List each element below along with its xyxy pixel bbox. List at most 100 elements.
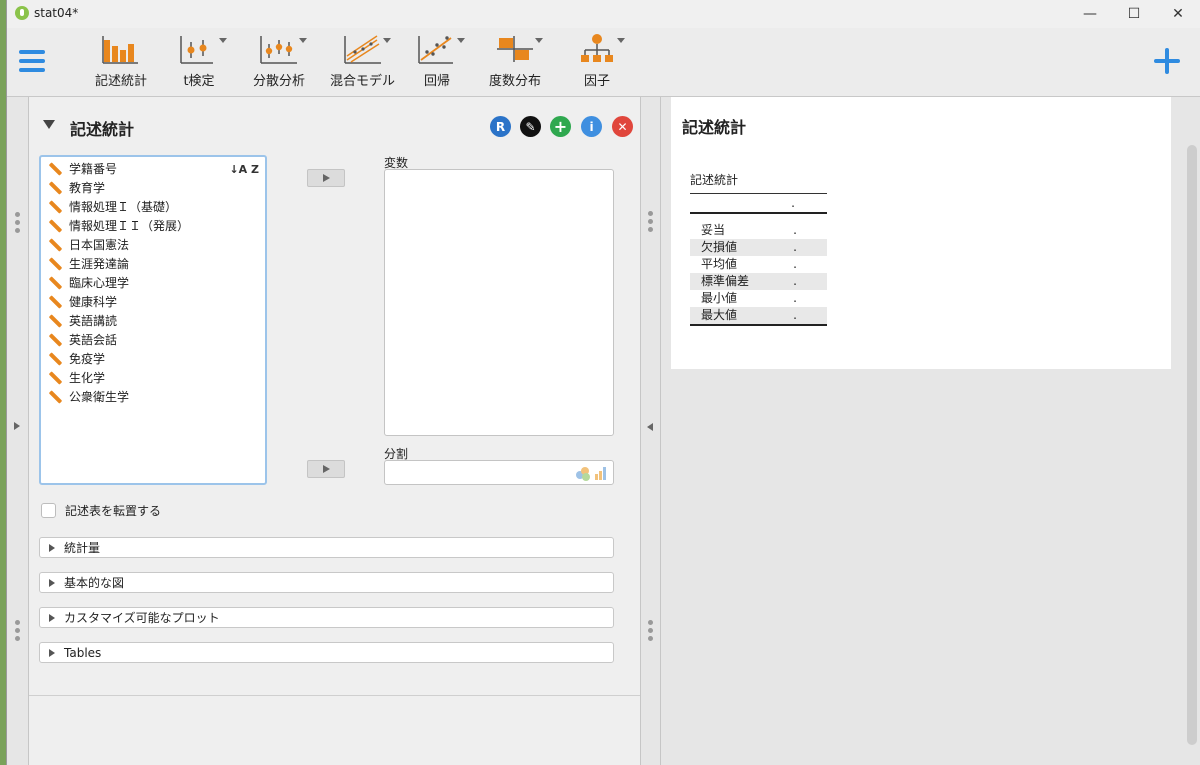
list-item[interactable]: 臨床心理学 <box>47 273 129 292</box>
resize-grip-icon[interactable] <box>15 620 20 644</box>
split-by-target[interactable] <box>384 460 614 485</box>
available-variables-list[interactable]: ↓A Z 学籍番号 教育学 情報処理Ｉ（基礎） 情報処理ＩＩ（発展） 日本国憲法… <box>39 155 267 485</box>
sort-az-icon[interactable]: ↓A Z <box>229 163 259 176</box>
results-card: 記述統計 記述統計 . 妥当. 欠損値. 平均値. 標準偏差. 最小値. 最大値… <box>671 97 1171 369</box>
table-row: 平均値. <box>701 257 797 271</box>
ribbon-label: 度数分布 <box>489 74 542 89</box>
add-button[interactable]: + <box>550 116 571 137</box>
edit-button[interactable]: ✎ <box>520 116 541 137</box>
analyses-ribbon: 記述統計 t検定 分散分析 混合モデル 回帰 度数分布 因子 <box>7 28 1200 97</box>
continuous-variable-icon <box>47 238 61 252</box>
variables-target-list[interactable] <box>384 169 614 436</box>
expand-arrow-icon <box>49 648 55 657</box>
ribbon-button-mixed-models[interactable]: 混合モデル <box>330 32 395 92</box>
continuous-variable-icon <box>47 333 61 347</box>
list-item[interactable]: 健康科学 <box>47 292 117 311</box>
results-scrollbar[interactable] <box>1187 145 1197 745</box>
table-row: 最小値. <box>701 291 797 305</box>
collapse-panel-icon[interactable] <box>647 423 653 431</box>
app-window: stat04* — ☐ ✕ 記述統計 t検定 分散分析 混合モデル 回帰 度数分… <box>6 0 1200 765</box>
jamovi-logo-icon <box>15 6 29 20</box>
list-item[interactable]: 生涯発達論 <box>47 254 129 273</box>
continuous-variable-icon <box>47 219 61 233</box>
ribbon-label: 分散分析 <box>253 74 306 89</box>
chevron-down-icon <box>617 38 625 43</box>
move-to-split-button[interactable] <box>307 460 345 478</box>
continuous-variable-icon <box>47 276 61 290</box>
regression-icon <box>417 32 465 68</box>
ribbon-label: 混合モデル <box>330 74 396 89</box>
list-item[interactable]: 生化学 <box>47 368 105 387</box>
list-item[interactable]: 公衆衛生学 <box>47 387 129 406</box>
table-header: . <box>690 194 827 214</box>
data-panel-gutter <box>7 97 28 765</box>
continuous-variable-icon <box>47 181 61 195</box>
results-panel: 記述統計 記述統計 . 妥当. 欠損値. 平均値. 標準偏差. 最小値. 最大値… <box>660 97 1200 765</box>
table-row: 妥当. <box>701 223 797 237</box>
ribbon-label: 因子 <box>583 74 610 89</box>
expand-arrow-icon <box>49 613 55 622</box>
list-item[interactable]: 情報処理ＩＩ（発展） <box>47 216 189 235</box>
add-module-icon[interactable] <box>1154 48 1180 74</box>
table-row: 欠損値. <box>690 239 827 256</box>
analysis-title: 記述統計 <box>70 120 135 139</box>
continuous-variable-icon <box>47 314 61 328</box>
t-test-icon <box>179 32 227 68</box>
minimize-button[interactable]: — <box>1068 0 1112 28</box>
section-basic-plots[interactable]: 基本的な図 <box>39 572 614 593</box>
transpose-option[interactable]: 記述表を転置する <box>41 502 161 519</box>
chevron-down-icon <box>535 38 543 43</box>
title-bar: stat04* — ☐ ✕ <box>7 0 1200 28</box>
list-item[interactable]: 英語講読 <box>47 311 117 330</box>
resize-grip-icon[interactable] <box>648 211 653 235</box>
ribbon-button-descriptives[interactable]: 記述統計 <box>95 32 147 92</box>
list-item[interactable]: 英語会話 <box>47 330 117 349</box>
table-bottom-rule <box>690 324 827 326</box>
maximize-button[interactable]: ☐ <box>1112 0 1156 28</box>
list-item[interactable]: 日本国憲法 <box>47 235 129 254</box>
frequencies-icon <box>495 32 543 68</box>
resize-grip-icon[interactable] <box>648 620 653 644</box>
analysis-options-panel: 記述統計 R ✎ + i ✕ ↓A Z 学籍番号 教育学 情報処理Ｉ（基礎） 情… <box>28 97 641 765</box>
ribbon-label: 回帰 <box>423 74 450 89</box>
ribbon-button-regression[interactable]: 回帰 <box>417 32 465 92</box>
chevron-down-icon <box>299 38 307 43</box>
ribbon-button-frequencies[interactable]: 度数分布 <box>489 32 543 92</box>
continuous-variable-icon <box>47 162 61 176</box>
menu-icon[interactable] <box>19 50 45 74</box>
ribbon-label: 記述統計 <box>95 74 148 89</box>
list-item[interactable]: 学籍番号 <box>47 159 117 178</box>
list-item[interactable]: 情報処理Ｉ（基礎） <box>47 197 177 216</box>
close-window-button[interactable]: ✕ <box>1156 0 1200 28</box>
transpose-checkbox[interactable] <box>41 503 56 518</box>
continuous-variable-icon <box>47 200 61 214</box>
anova-icon <box>259 32 307 68</box>
expand-arrow-icon <box>49 578 55 587</box>
list-item[interactable]: 免疫学 <box>47 349 105 368</box>
collapse-icon[interactable] <box>43 120 55 129</box>
ribbon-button-anova[interactable]: 分散分析 <box>253 32 307 92</box>
r-syntax-button[interactable]: R <box>490 116 511 137</box>
move-to-variables-button[interactable] <box>307 169 345 187</box>
expand-data-icon[interactable] <box>14 422 20 430</box>
chevron-down-icon <box>382 38 391 43</box>
continuous-variable-icon <box>47 295 61 309</box>
info-button[interactable]: i <box>581 116 602 137</box>
section-statistics[interactable]: 統計量 <box>39 537 614 558</box>
close-button[interactable]: ✕ <box>612 116 633 137</box>
ribbon-button-factor[interactable]: 因子 <box>577 32 625 92</box>
section-custom-plots[interactable]: カスタマイズ可能なプロット <box>39 607 614 628</box>
continuous-variable-icon <box>47 371 61 385</box>
list-item[interactable]: 教育学 <box>47 178 105 197</box>
nominal-ordinal-icon <box>576 467 606 481</box>
continuous-variable-icon <box>47 390 61 404</box>
mixed-model-icon <box>343 32 391 68</box>
panel-splitter[interactable] <box>641 97 660 765</box>
expand-arrow-icon <box>49 543 55 552</box>
chevron-down-icon <box>219 38 227 43</box>
ribbon-button-ttests[interactable]: t検定 <box>179 32 227 92</box>
section-tables[interactable]: Tables <box>39 642 614 663</box>
table-row: 標準偏差. <box>690 273 827 290</box>
resize-grip-icon[interactable] <box>15 212 20 236</box>
continuous-variable-icon <box>47 352 61 366</box>
